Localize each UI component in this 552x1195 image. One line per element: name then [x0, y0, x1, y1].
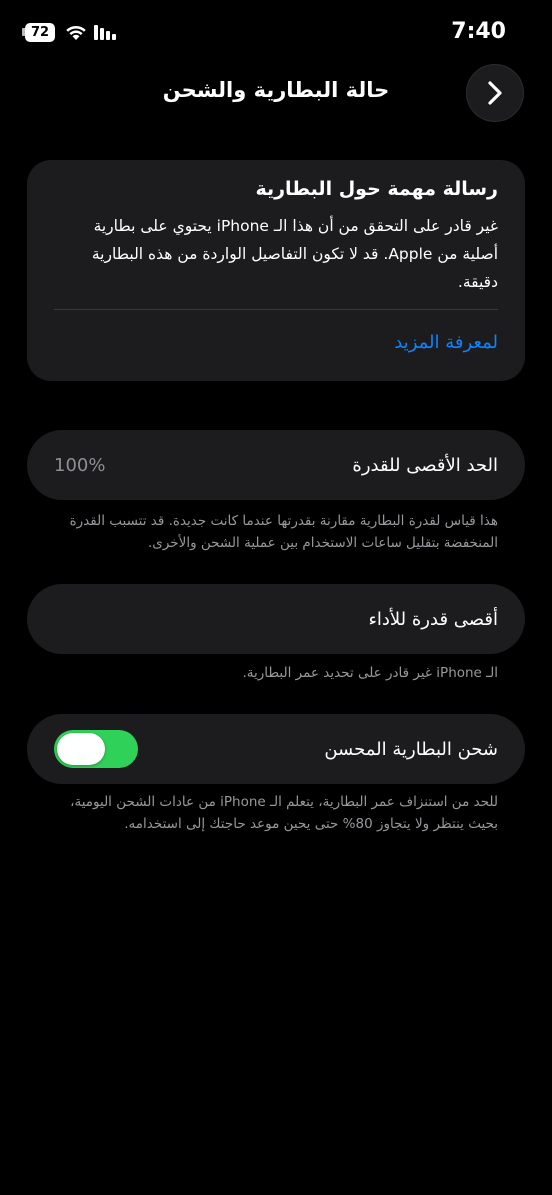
status-bar: 72 7:40 — [0, 0, 552, 66]
page-title: حالة البطارية والشحن — [162, 78, 390, 102]
peak-performance-row: أقصى قدرة للأداء — [27, 584, 525, 654]
divider — [54, 309, 498, 310]
maximum-capacity-label: الحد الأقصى للقدرة — [352, 454, 498, 476]
battery-message-card: رسالة مهمة حول البطارية غير قادر على الت… — [27, 160, 525, 381]
status-time: 7:40 — [451, 19, 506, 44]
maximum-capacity-value: 100% — [54, 454, 106, 476]
wifi-icon — [66, 26, 86, 40]
learn-more-link[interactable]: لمعرفة المزيد — [394, 332, 498, 353]
optimized-charging-row: شحن البطارية المحسن — [27, 714, 525, 784]
toggle-knob — [57, 733, 105, 765]
message-title: رسالة مهمة حول البطارية — [255, 178, 498, 200]
optimized-charging-label: شحن البطارية المحسن — [324, 738, 498, 760]
maximum-capacity-row: الحد الأقصى للقدرة 100% — [27, 430, 525, 500]
battery-icon: 72 — [22, 22, 58, 42]
peak-performance-label: أقصى قدرة للأداء — [368, 608, 498, 630]
performance-footnote: الـ iPhone غير قادر على تحديد عمر البطار… — [242, 665, 498, 681]
capacity-footnote: هذا قياس لقدرة البطارية مقارنة بقدرتها ع… — [69, 513, 498, 551]
battery-level: 72 — [25, 22, 55, 42]
optimized-charging-toggle[interactable] — [54, 730, 138, 768]
charging-footnote: للحد من استنزاف عمر البطارية، يتعلم الـ … — [70, 794, 498, 832]
message-body: غير قادر على التحقق من أن هذا الـ iPhone… — [91, 217, 498, 291]
status-icons: 72 — [22, 22, 120, 42]
cellular-signal-icon — [94, 25, 116, 40]
